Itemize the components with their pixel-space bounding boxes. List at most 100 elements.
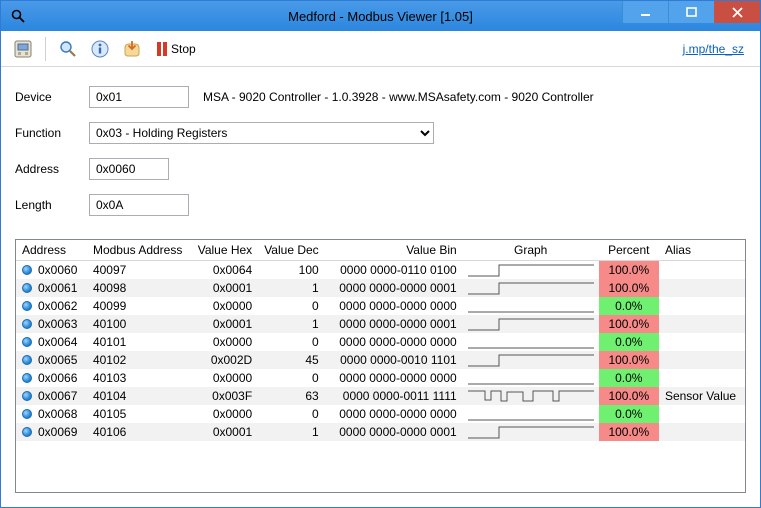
cell-modbus-address: 40099 (87, 297, 190, 315)
cell-modbus-address: 40106 (87, 423, 190, 441)
cell-modbus-address: 40105 (87, 405, 190, 423)
cell-percent: 0.0% (599, 369, 659, 387)
toolbar-import-button[interactable] (118, 35, 146, 63)
toolbar-stop-label: Stop (171, 42, 196, 56)
col-percent[interactable]: Percent (599, 240, 659, 261)
register-grid: Address Modbus Address Value Hex Value D… (15, 239, 746, 493)
cell-percent: 0.0% (599, 297, 659, 315)
cell-value-dec: 1 (258, 315, 324, 333)
cell-alias (659, 279, 745, 297)
cell-address: 0x0061 (38, 281, 77, 295)
cell-value-dec: 100 (258, 261, 324, 280)
grid-header-row: Address Modbus Address Value Hex Value D… (16, 240, 745, 261)
table-row[interactable]: 0x0065401020x002D450000 0000-0010 110110… (16, 351, 745, 369)
bullet-icon (22, 283, 32, 293)
device-input[interactable] (89, 86, 189, 108)
length-input[interactable] (89, 194, 189, 216)
cell-graph (463, 387, 599, 405)
cell-address: 0x0067 (38, 389, 77, 403)
address-input[interactable] (89, 158, 169, 180)
bullet-icon (22, 337, 32, 347)
cell-percent: 100.0% (599, 423, 659, 441)
cell-value-dec: 45 (258, 351, 324, 369)
cell-percent: 100.0% (599, 387, 659, 405)
cell-graph (463, 351, 599, 369)
window-close-button[interactable] (714, 1, 760, 23)
table-row[interactable]: 0x0069401060x000110000 0000-0000 0001100… (16, 423, 745, 441)
table-row[interactable]: 0x0067 401040x003F630000 0000-0011 1111 10… (16, 387, 745, 405)
bullet-icon (22, 355, 32, 365)
cell-value-bin: 0000 0000-0000 0001 (325, 423, 463, 441)
toolbar-device-button[interactable] (9, 35, 37, 63)
toolbar-info-button[interactable] (86, 35, 114, 63)
cell-value-dec: 1 (258, 279, 324, 297)
table-row[interactable]: 0x0062400990x000000000 0000-0000 00000.0… (16, 297, 745, 315)
toolbar-search-button[interactable] (54, 35, 82, 63)
cell-modbus-address: 40104 (87, 387, 190, 405)
cell-value-dec: 63 (258, 387, 324, 405)
function-label: Function (15, 126, 89, 140)
cell-graph (463, 279, 599, 297)
cell-value-hex: 0x0000 (190, 333, 258, 351)
col-value-hex[interactable]: Value Hex (190, 240, 258, 261)
cell-address: 0x0062 (38, 299, 77, 313)
cell-value-bin: 0000 0000-0010 1101 (325, 351, 463, 369)
cell-percent: 0.0% (599, 405, 659, 423)
cell-alias: Sensor Value (659, 387, 745, 405)
function-select[interactable]: 0x03 - Holding Registers (89, 122, 434, 144)
cell-value-hex: 0x0001 (190, 423, 258, 441)
cell-address: 0x0068 (38, 407, 77, 421)
app-icon (9, 7, 27, 25)
cell-graph (463, 369, 599, 387)
cell-graph (463, 297, 599, 315)
bullet-icon (22, 373, 32, 383)
cell-value-hex: 0x0000 (190, 369, 258, 387)
cell-address: 0x0060 (38, 263, 77, 277)
device-description: MSA - 9020 Controller - 1.0.3928 - www.M… (203, 90, 594, 104)
bullet-icon (22, 319, 32, 329)
table-row[interactable]: 0x0068401050x000000000 0000-0000 00000.0… (16, 405, 745, 423)
table-row[interactable]: 0x0063401000x000110000 0000-0000 0001100… (16, 315, 745, 333)
cell-value-dec: 0 (258, 333, 324, 351)
table-row[interactable]: 0x0060400970x00641000000 0000-0110 01001… (16, 261, 745, 280)
cell-percent: 100.0% (599, 315, 659, 333)
cell-alias (659, 297, 745, 315)
device-label: Device (15, 90, 89, 104)
form-area: Device MSA - 9020 Controller - 1.0.3928 … (1, 67, 760, 229)
window-maximize-button[interactable] (668, 1, 714, 23)
cell-address: 0x0063 (38, 317, 77, 331)
col-value-dec[interactable]: Value Dec (258, 240, 324, 261)
cell-value-bin: 0000 0000-0000 0001 (325, 279, 463, 297)
cell-modbus-address: 40101 (87, 333, 190, 351)
toolbar-link[interactable]: j.mp/the_sz (683, 42, 752, 56)
col-alias[interactable]: Alias (659, 240, 745, 261)
col-value-bin[interactable]: Value Bin (325, 240, 463, 261)
col-modbus-address[interactable]: Modbus Address (87, 240, 190, 261)
cell-alias (659, 315, 745, 333)
cell-graph (463, 333, 599, 351)
col-address[interactable]: Address (16, 240, 87, 261)
table-row[interactable]: 0x0066401030x000000000 0000-0000 00000.0… (16, 369, 745, 387)
toolbar-separator (45, 37, 46, 61)
toolbar-stop-button[interactable]: Stop (150, 35, 203, 63)
bullet-icon (22, 301, 32, 311)
cell-alias (659, 423, 745, 441)
cell-graph (463, 315, 599, 333)
cell-address: 0x0065 (38, 353, 77, 367)
cell-value-dec: 0 (258, 369, 324, 387)
cell-value-bin: 0000 0000-0000 0000 (325, 297, 463, 315)
window-minimize-button[interactable] (622, 1, 668, 23)
col-graph[interactable]: Graph (463, 240, 599, 261)
cell-value-hex: 0x003F (190, 387, 258, 405)
cell-value-bin: 0000 0000-0110 0100 (325, 261, 463, 280)
table-row[interactable]: 0x0061400980x000110000 0000-0000 0001100… (16, 279, 745, 297)
cell-modbus-address: 40098 (87, 279, 190, 297)
length-label: Length (15, 198, 89, 212)
cell-value-hex: 0x0064 (190, 261, 258, 280)
toolbar: Stop j.mp/the_sz (1, 31, 760, 67)
cell-value-bin: 0000 0000-0011 1111 (325, 387, 463, 405)
cell-graph (463, 405, 599, 423)
cell-value-hex: 0x002D (190, 351, 258, 369)
table-row[interactable]: 0x0064401010x000000000 0000-0000 00000.0… (16, 333, 745, 351)
cell-alias (659, 369, 745, 387)
